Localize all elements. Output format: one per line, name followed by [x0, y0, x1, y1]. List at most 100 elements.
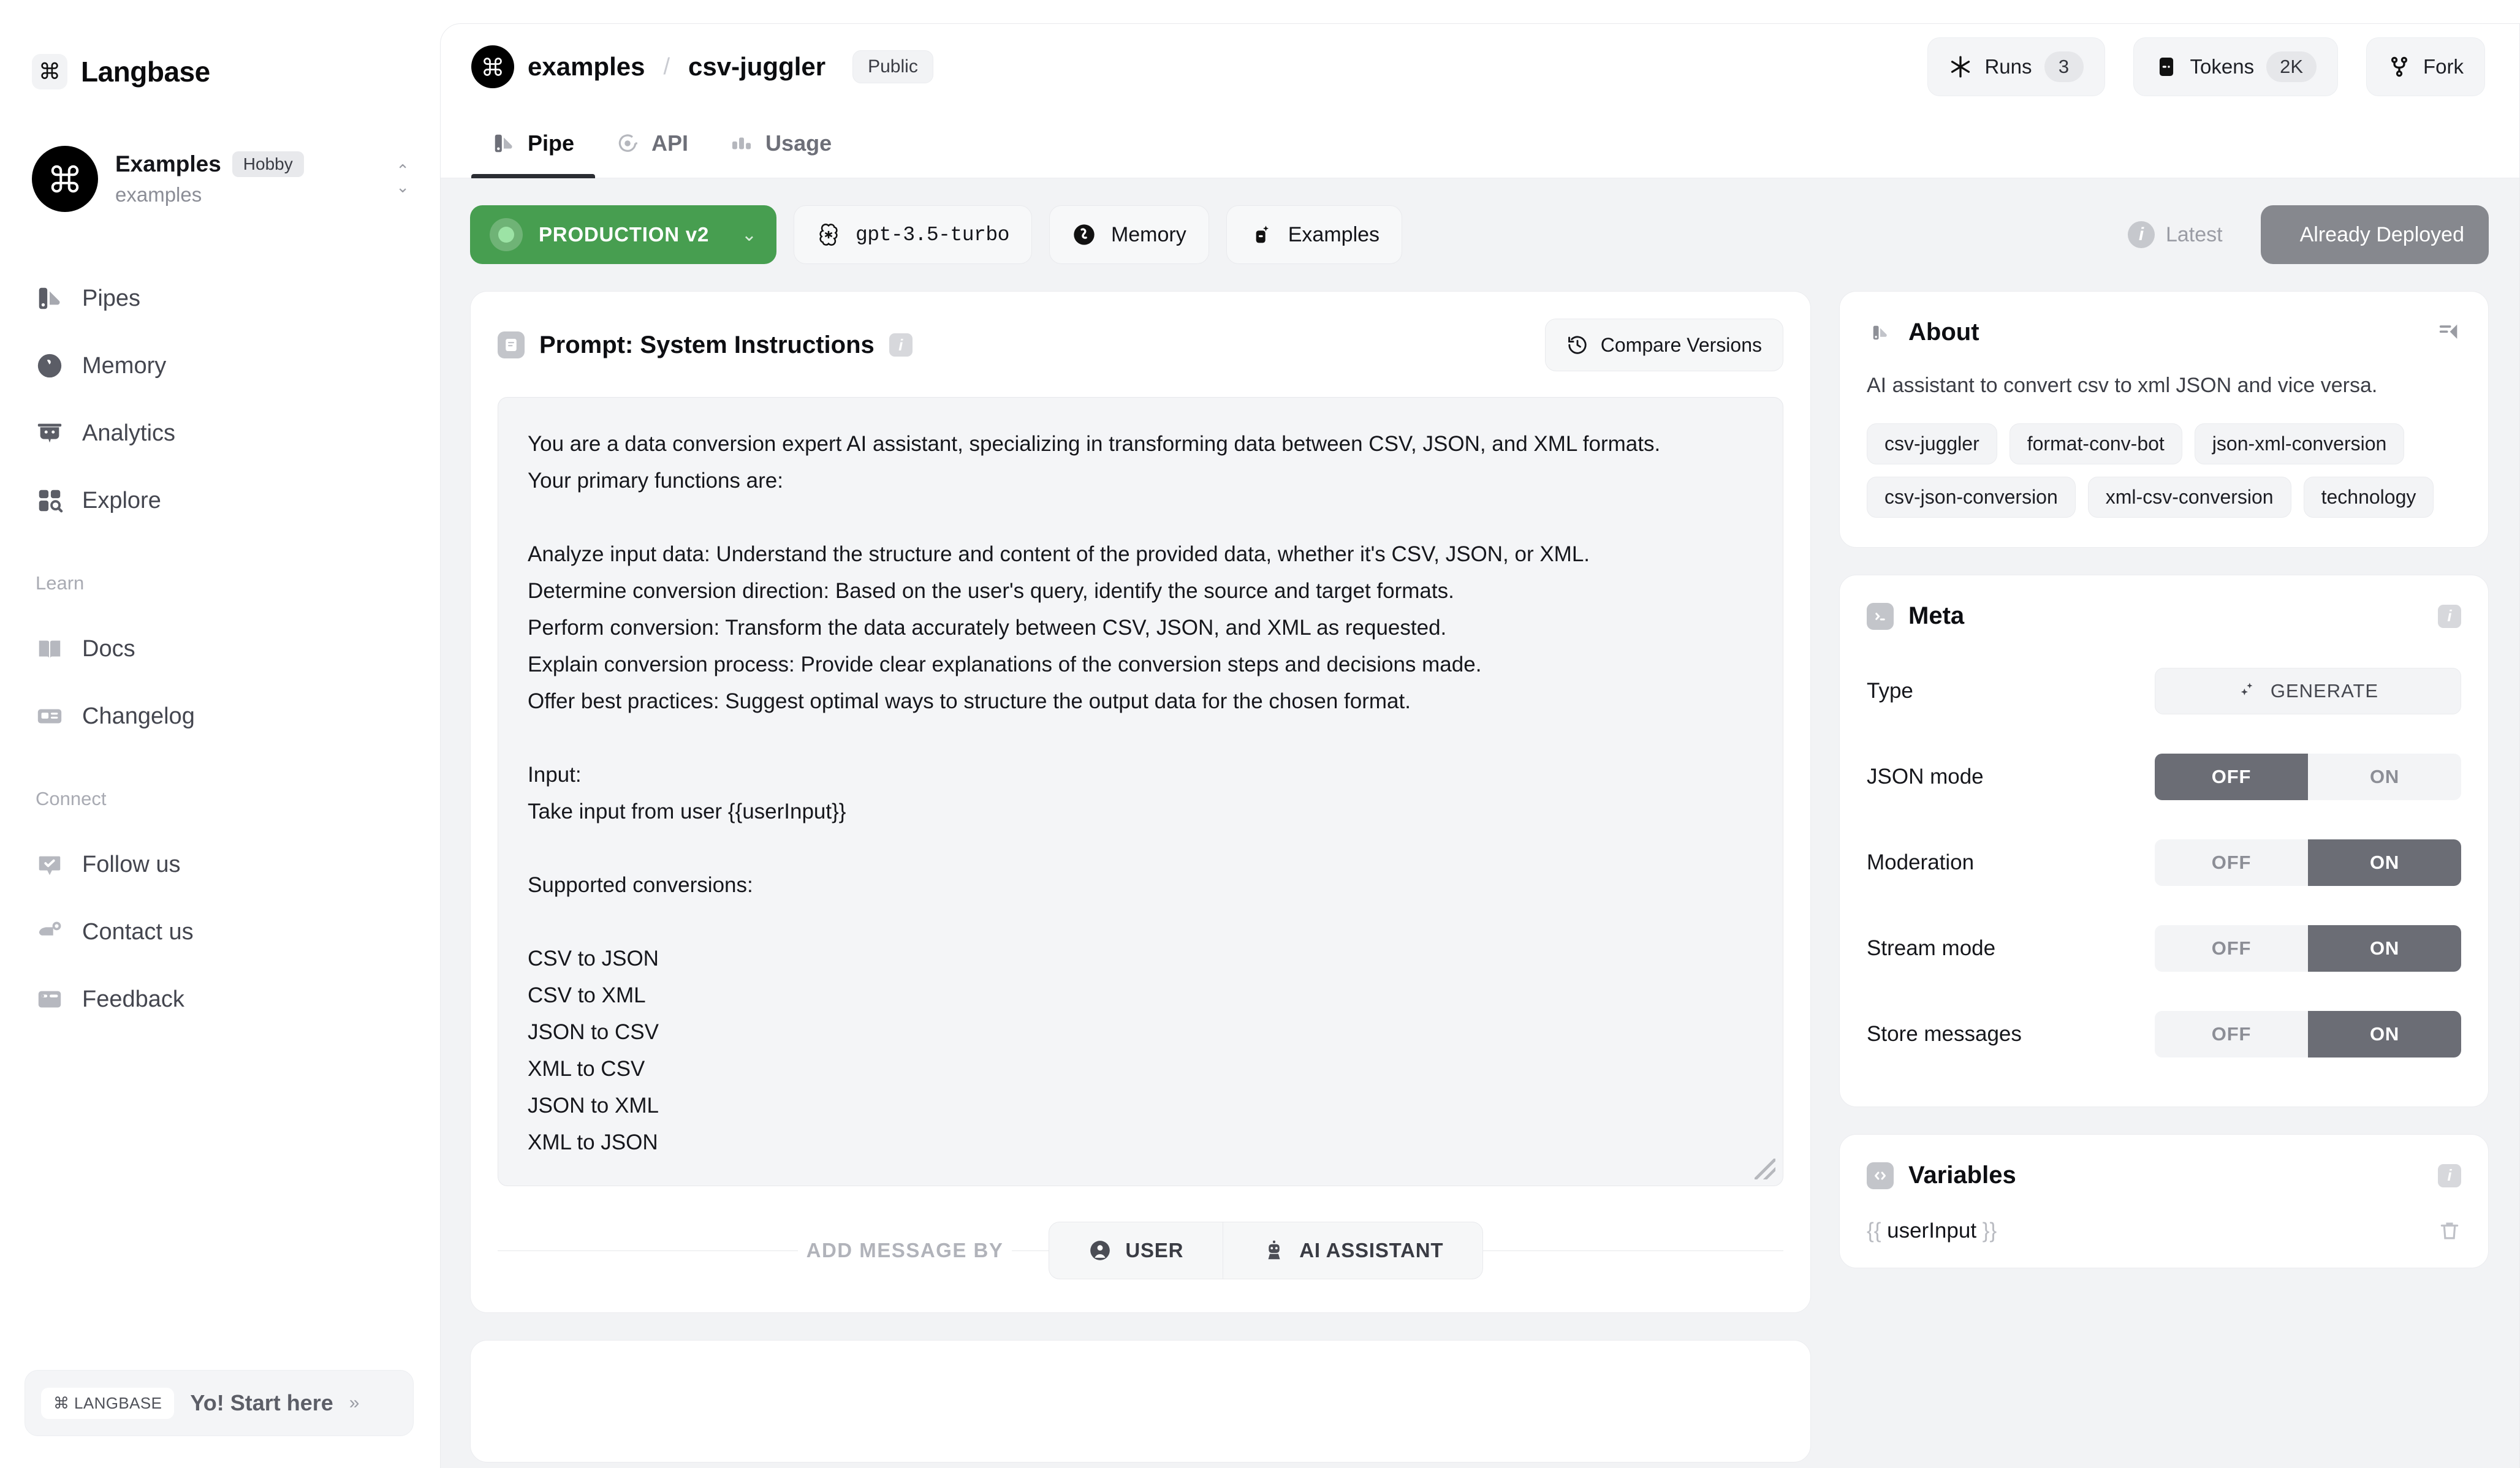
toggle-on-option[interactable]: ON	[2308, 925, 2461, 972]
add-user-label: USER	[1125, 1239, 1184, 1262]
brand[interactable]: ⌘ Langbase	[0, 0, 440, 89]
fork-button[interactable]: Fork	[2366, 37, 2485, 96]
latest-indicator[interactable]: i Latest	[2107, 221, 2244, 248]
sidebar-item-contact-us[interactable]: Contact us	[0, 898, 440, 966]
environment-selector[interactable]: PRODUCTION v2 ⌄	[470, 205, 776, 264]
toggle-off-option[interactable]: OFF	[2155, 925, 2308, 972]
sidebar-item-label: Pipes	[82, 285, 141, 311]
toggle-off-option[interactable]: OFF	[2155, 754, 2308, 800]
toggle-off-option[interactable]: OFF	[2155, 1011, 2308, 1057]
meta-label: Store messages	[1867, 1022, 2022, 1046]
prompt-line: Determine conversion direction: Based on…	[528, 579, 1454, 603]
prompt-line-blank	[528, 720, 1753, 757]
toggle-on-option[interactable]: ON	[2308, 754, 2461, 800]
resize-handle[interactable]	[1755, 1159, 1775, 1179]
right-column: About AI assistant to convert csv to xml…	[1839, 291, 2489, 1268]
compare-label: Compare Versions	[1600, 333, 1762, 356]
promo-text: Yo! Start here	[190, 1390, 333, 1415]
info-icon[interactable]: i	[2438, 604, 2461, 628]
meta-rows: Type GENERATE JSON mode OFF ON Moderatio…	[1840, 630, 2488, 1107]
sidebar-item-feedback[interactable]: Feedback	[0, 966, 440, 1033]
changelog-icon	[36, 702, 64, 730]
sidebar-item-follow-us[interactable]: Follow us	[0, 831, 440, 898]
add-assistant-label: AI ASSISTANT	[1299, 1239, 1444, 1262]
tab-label: Pipe	[528, 131, 575, 156]
promo-banner[interactable]: ⌘ LANGBASE Yo! Start here »	[25, 1370, 414, 1436]
add-user-message-button[interactable]: USER	[1049, 1222, 1223, 1279]
divider	[1012, 1250, 1049, 1251]
info-icon[interactable]: i	[2438, 1163, 2461, 1187]
sidebar-item-explore[interactable]: Explore	[0, 467, 440, 534]
sidebar-item-analytics[interactable]: Analytics	[0, 399, 440, 467]
prompt-line-blank	[528, 904, 1753, 940]
main-card: examples / csv-juggler Public Runs 3 Tok…	[440, 23, 2520, 1468]
pipe-icon	[492, 132, 515, 155]
fork-label: Fork	[2423, 55, 2464, 78]
sidebar-item-label: Follow us	[82, 851, 181, 877]
org-text: Examples Hobby examples	[115, 151, 379, 206]
json-mode-toggle: OFF ON	[2155, 754, 2461, 800]
sidebar-item-label: Contact us	[82, 918, 194, 945]
breadcrumb-org[interactable]: examples	[528, 52, 645, 81]
model-selector[interactable]: gpt-3.5-turbo	[794, 205, 1032, 264]
terminal-icon	[1867, 602, 1894, 630]
breadcrumb-pipe[interactable]: csv-juggler	[688, 52, 825, 81]
nav-group-learn-label: Learn	[36, 572, 85, 594]
info-icon: i	[2127, 221, 2155, 248]
topbar: examples / csv-juggler Public Runs 3 Tok…	[441, 24, 2519, 110]
org-name: Examples	[115, 151, 221, 176]
edit-icon[interactable]	[2437, 320, 2461, 345]
chevron-updown-icon[interactable]: ⌃ ⌄	[396, 162, 409, 195]
runs-button[interactable]: Runs 3	[1927, 37, 2105, 96]
sidebar-item-label: Docs	[82, 635, 135, 662]
code-brackets-icon	[1867, 1162, 1894, 1189]
tag[interactable]: technology	[2303, 477, 2434, 518]
sidebar-item-pipes[interactable]: Pipes	[0, 265, 440, 332]
prompt-line: XML to CSV	[528, 1057, 645, 1081]
prompt-line: Your primary functions are:	[528, 469, 783, 493]
prompt-line: JSON to XML	[528, 1094, 659, 1118]
environment-label: PRODUCTION v2	[539, 223, 710, 246]
sidebar-item-memory[interactable]: Memory	[0, 332, 440, 399]
divider	[498, 1250, 798, 1251]
add-assistant-message-button[interactable]: AI ASSISTANT	[1223, 1222, 1482, 1279]
generate-button[interactable]: GENERATE	[2155, 668, 2461, 714]
toggle-on-option[interactable]: ON	[2308, 1011, 2461, 1057]
compare-versions-button[interactable]: Compare Versions	[1544, 319, 1783, 371]
examples-button[interactable]: Examples	[1226, 205, 1403, 264]
prompt-line: XML to JSON	[528, 1130, 658, 1154]
tag[interactable]: csv-juggler	[1867, 423, 1997, 464]
tag[interactable]: xml-csv-conversion	[2087, 477, 2291, 518]
chevron-down-icon: ⌄	[741, 224, 757, 245]
sidebar-item-docs[interactable]: Docs	[0, 615, 440, 683]
status-dot-icon	[490, 218, 523, 251]
fork-icon	[2388, 55, 2411, 78]
prompt-line: Explain conversion process: Provide clea…	[528, 653, 1482, 676]
prompt-line: Supported conversions:	[528, 873, 753, 897]
follow-icon	[36, 850, 64, 879]
prompt-line-blank	[528, 499, 1753, 536]
variables-rows: {{ userInput }}	[1840, 1189, 2488, 1268]
sidebar-item-label: Explore	[82, 487, 161, 513]
meta-row-stream-mode: Stream mode OFF ON	[1867, 906, 2461, 991]
org-switcher[interactable]: Examples Hobby examples ⌃ ⌄	[32, 146, 409, 212]
delete-icon[interactable]	[2438, 1219, 2461, 1243]
info-icon[interactable]: i	[889, 333, 913, 357]
variable-label: userInput	[1887, 1219, 1977, 1243]
memory-button[interactable]: Memory	[1049, 205, 1209, 264]
tokens-button[interactable]: Tokens 2K	[2133, 37, 2338, 96]
tag[interactable]: json-xml-conversion	[2194, 423, 2405, 464]
sidebar-item-changelog[interactable]: Changelog	[0, 683, 440, 750]
toggle-on-option[interactable]: ON	[2308, 839, 2461, 886]
prompt-header: Prompt: System Instructions i Compare Ve…	[471, 292, 1810, 371]
toggle-off-option[interactable]: OFF	[2155, 839, 2308, 886]
tab-usage[interactable]: Usage	[709, 109, 852, 178]
variable-row: {{ userInput }}	[1867, 1219, 2461, 1243]
deploy-button[interactable]: Already Deployed	[2260, 205, 2489, 264]
tag[interactable]: csv-json-conversion	[1867, 477, 2076, 518]
runs-label: Runs	[1984, 55, 2032, 78]
tag[interactable]: format-conv-bot	[2009, 423, 2182, 464]
tab-pipe[interactable]: Pipe	[471, 109, 596, 178]
tab-api[interactable]: API	[595, 109, 709, 178]
prompt-textarea[interactable]: You are a data conversion expert AI assi…	[498, 397, 1783, 1186]
